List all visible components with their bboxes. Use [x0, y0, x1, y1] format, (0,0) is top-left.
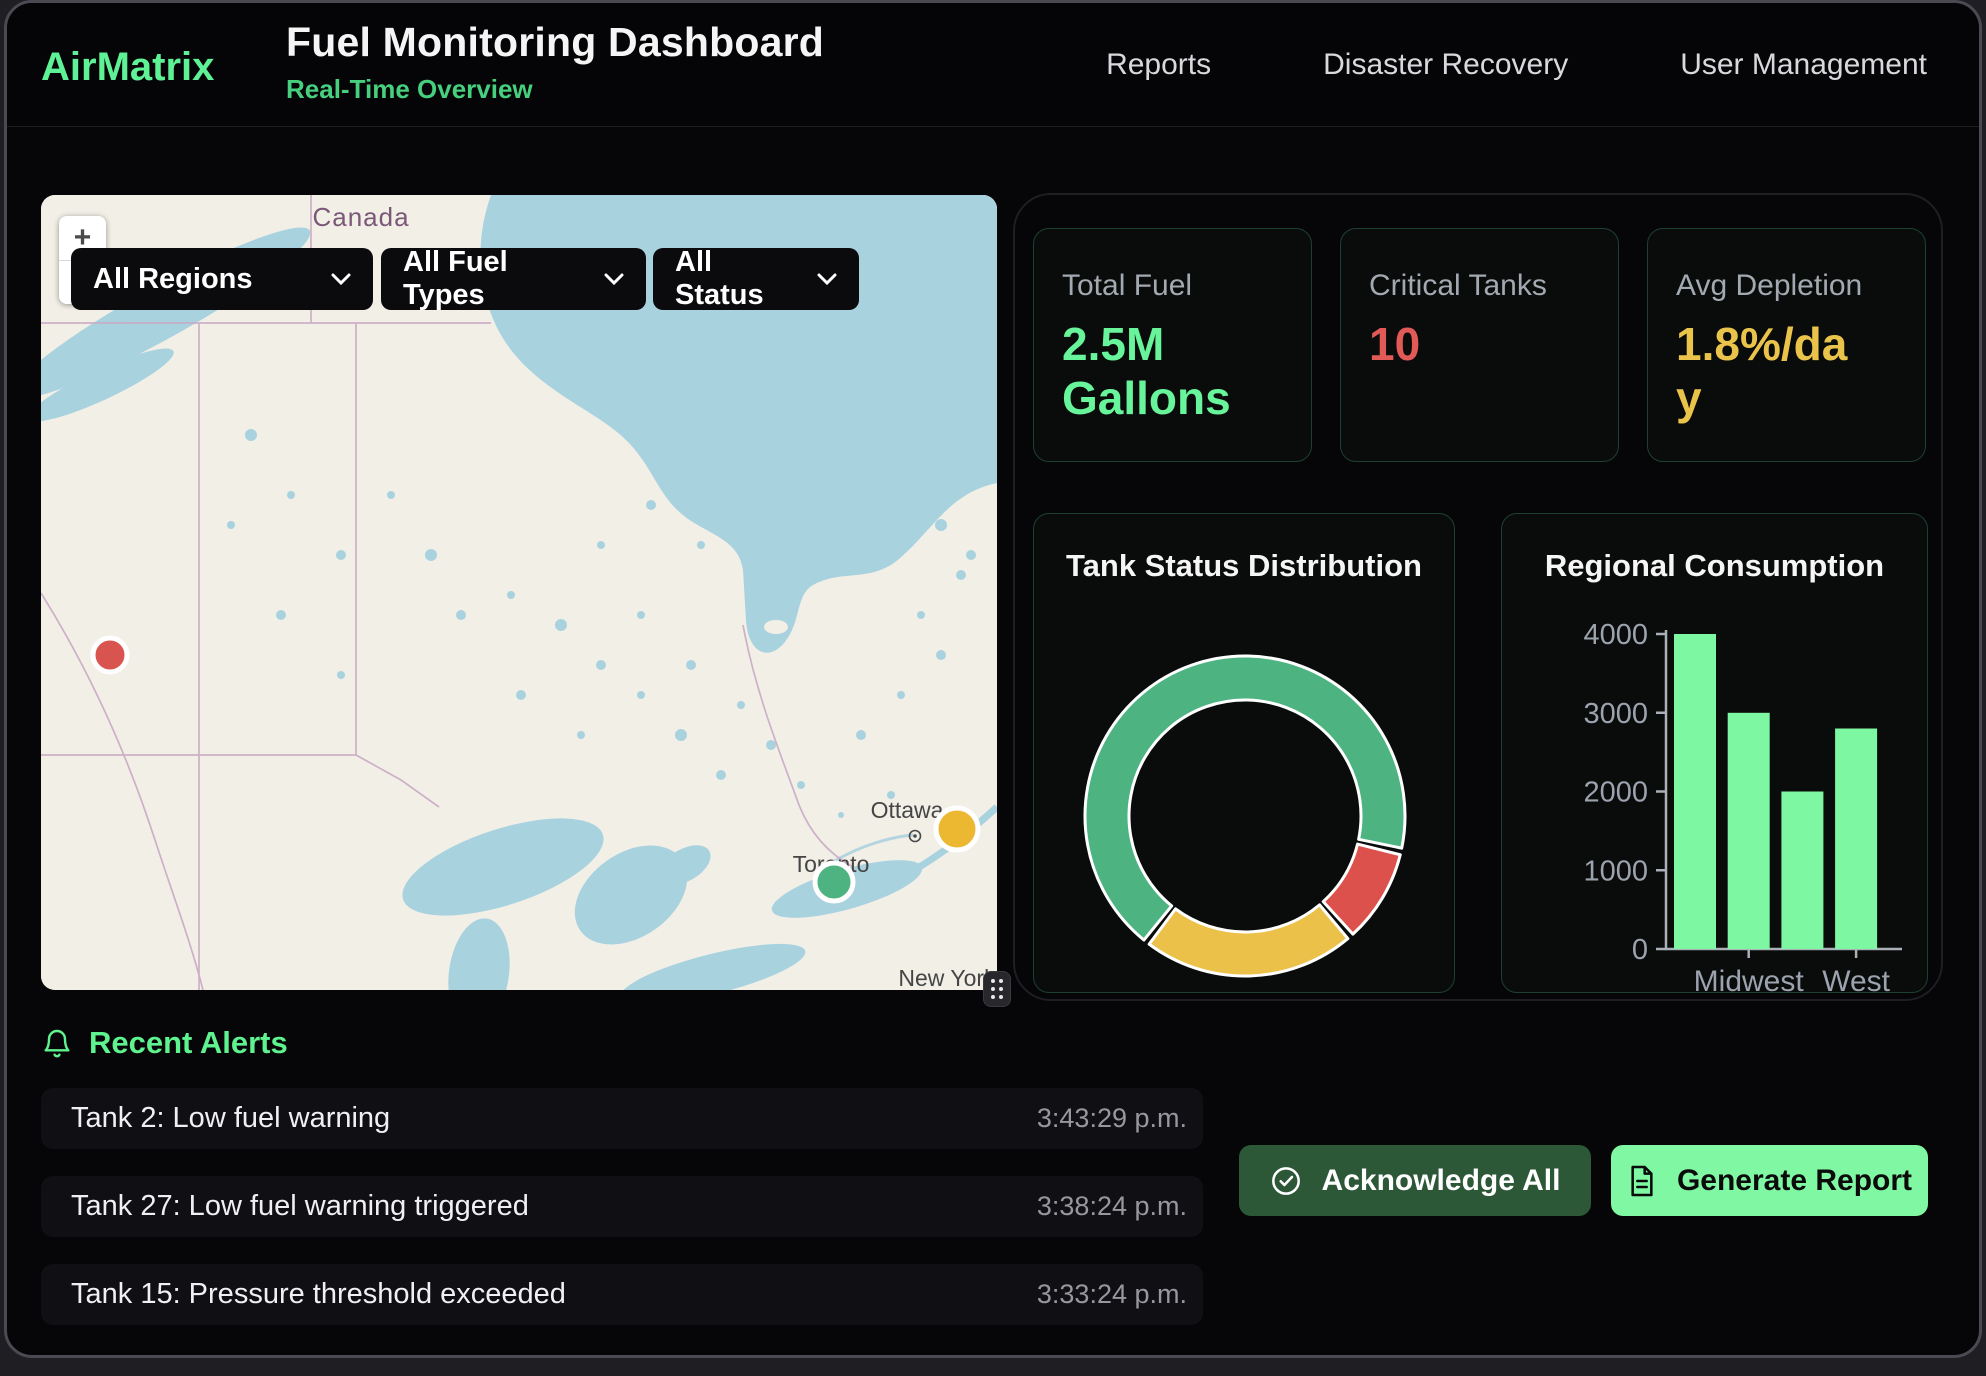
regional-consumption-chart-card: Regional Consumption 01000200030004000Mi… — [1501, 513, 1928, 993]
bar-1[interactable] — [1728, 713, 1770, 949]
bar-2[interactable] — [1781, 792, 1823, 950]
chevron-down-icon — [604, 273, 624, 286]
region-filter-value: All Regions — [93, 263, 253, 296]
document-icon — [1627, 1165, 1657, 1197]
alert-time: 3:33:24 p.m. — [1037, 1279, 1187, 1310]
status-filter-value: All Status — [675, 246, 803, 312]
y-tick-label: 0 — [1632, 934, 1648, 966]
alert-message: Tank 2: Low fuel warning — [71, 1102, 390, 1135]
nav-reports[interactable]: Reports — [1106, 48, 1211, 82]
y-tick-label: 3000 — [1583, 698, 1648, 730]
tank-marker-critical[interactable] — [93, 638, 127, 672]
acknowledge-all-button[interactable]: Acknowledge All — [1239, 1145, 1591, 1216]
generate-report-label: Generate Report — [1677, 1164, 1912, 1198]
map-canvas[interactable]: Canada Ottawa Toronto New York — [41, 195, 997, 990]
map-resize-handle[interactable] — [983, 971, 1011, 1007]
x-tick-label: West — [1822, 965, 1890, 994]
james-bay-island — [764, 620, 788, 634]
fuel-type-filter-dropdown[interactable]: All Fuel Types — [381, 248, 646, 310]
stat-label: Total Fuel — [1062, 269, 1283, 303]
bar-0[interactable] — [1674, 634, 1716, 949]
fuel-type-filter-value: All Fuel Types — [403, 246, 590, 312]
status-filter-dropdown[interactable]: All Status — [653, 248, 859, 310]
city-label-ottawa: Ottawa — [871, 797, 944, 823]
stat-card-critical-tanks: Critical Tanks 10 — [1340, 228, 1619, 462]
dashboard-frame: AirMatrix Fuel Monitoring Dashboard Real… — [4, 0, 1982, 1358]
ottawa-town-dot — [913, 834, 917, 838]
nav-disaster-recovery[interactable]: Disaster Recovery — [1323, 48, 1568, 82]
chevron-down-icon — [817, 273, 837, 286]
region-filter-dropdown[interactable]: All Regions — [71, 248, 373, 310]
alert-time: 3:38:24 p.m. — [1037, 1191, 1187, 1222]
stat-label: Critical Tanks — [1369, 269, 1590, 303]
recent-alerts-header: Recent Alerts — [41, 1025, 288, 1061]
alert-row[interactable]: Tank 27: Low fuel warning triggered 3:38… — [41, 1176, 1203, 1237]
x-tick-label: Midwest — [1694, 965, 1805, 994]
alert-message: Tank 27: Low fuel warning triggered — [71, 1190, 529, 1223]
alert-row[interactable]: Tank 15: Pressure threshold exceeded 3:3… — [41, 1264, 1203, 1325]
chevron-down-icon — [331, 273, 351, 286]
brand-logo[interactable]: AirMatrix — [41, 45, 214, 90]
title-block: Fuel Monitoring Dashboard Real-Time Over… — [286, 19, 824, 105]
nav-user-management[interactable]: User Management — [1680, 48, 1927, 82]
main-nav: Reports Disaster Recovery User Managemen… — [1106, 3, 1927, 127]
page-title: Fuel Monitoring Dashboard — [286, 19, 824, 66]
bell-icon — [41, 1027, 73, 1059]
tank-status-donut-chart — [1034, 514, 1456, 994]
stat-card-avg-depletion: Avg Depletion 1.8%/day — [1647, 228, 1926, 462]
country-label: Canada — [312, 202, 409, 232]
bar-3[interactable] — [1835, 729, 1877, 950]
city-label-new-york: New York — [898, 965, 996, 990]
tank-marker-warning[interactable] — [936, 808, 978, 850]
map-filters: All Regions All Fuel Types All Status — [71, 248, 859, 310]
y-tick-label: 4000 — [1583, 619, 1648, 651]
tank-status-chart-card: Tank Status Distribution — [1033, 513, 1455, 993]
stat-value: 1.8%/day — [1676, 317, 1861, 426]
donut-segment-critical[interactable] — [1323, 844, 1400, 934]
header: AirMatrix Fuel Monitoring Dashboard Real… — [7, 3, 1979, 127]
regional-consumption-bar-chart: 0 1000 2000 3000 4000 Midwest West — [1502, 514, 1929, 994]
y-tick-label: 2000 — [1583, 777, 1648, 809]
page-subtitle: Real-Time Overview — [286, 74, 824, 105]
y-tick-label: 1000 — [1583, 855, 1648, 887]
alert-row[interactable]: Tank 2: Low fuel warning 3:43:29 p.m. — [41, 1088, 1203, 1149]
map-viewport[interactable]: Canada Ottawa Toronto New York — [41, 195, 997, 990]
acknowledge-all-label: Acknowledge All — [1322, 1164, 1561, 1198]
generate-report-button[interactable]: Generate Report — [1611, 1145, 1928, 1216]
stat-value: 2.5M Gallons — [1062, 317, 1247, 426]
alert-time: 3:43:29 p.m. — [1037, 1103, 1187, 1134]
stat-card-total-fuel: Total Fuel 2.5M Gallons — [1033, 228, 1312, 462]
alert-message: Tank 15: Pressure threshold exceeded — [71, 1278, 566, 1311]
recent-alerts-title: Recent Alerts — [89, 1025, 288, 1061]
stat-label: Avg Depletion — [1676, 269, 1897, 303]
stat-value: 10 — [1369, 317, 1554, 371]
map: Canada Ottawa Toronto New York + − — [41, 195, 997, 990]
check-circle-icon — [1270, 1165, 1302, 1197]
donut-segment-warning[interactable] — [1149, 905, 1348, 976]
tank-marker-normal[interactable] — [815, 863, 853, 901]
